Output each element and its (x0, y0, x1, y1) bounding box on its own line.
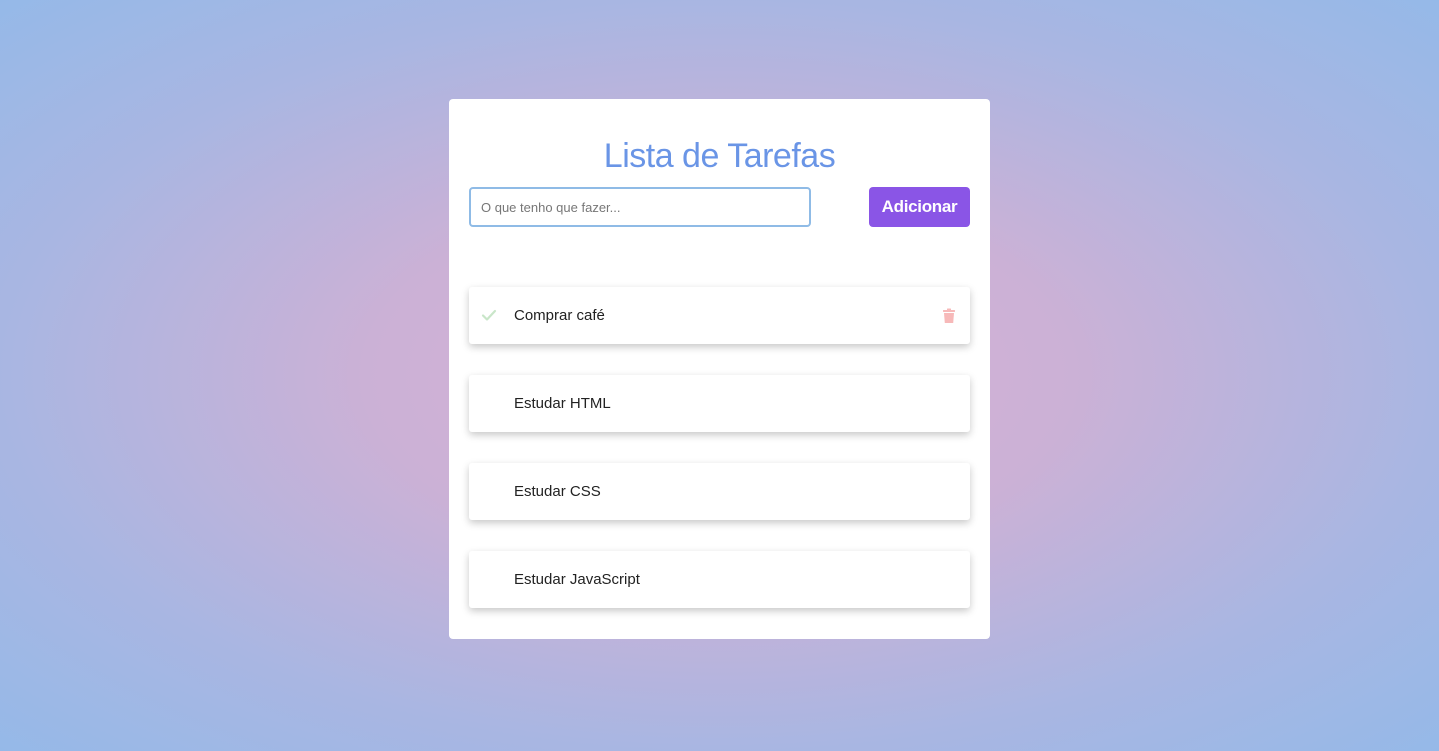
list-item[interactable]: Estudar HTML (469, 375, 970, 432)
trash-icon[interactable] (942, 308, 956, 324)
page-title: Lista de Tarefas (603, 137, 836, 175)
list-item[interactable]: Estudar JavaScript (469, 551, 970, 608)
task-label: Estudar JavaScript (514, 571, 640, 588)
task-label: Comprar café (514, 307, 605, 324)
check-icon[interactable] (481, 307, 497, 323)
add-task-button[interactable]: Adicionar (869, 187, 970, 227)
list-item[interactable]: Estudar CSS (469, 463, 970, 520)
list-item[interactable]: Comprar café (469, 287, 970, 344)
task-label: Estudar HTML (514, 395, 611, 412)
todo-card: Lista de Tarefas Adicionar Comprar café … (449, 99, 990, 639)
task-input[interactable] (469, 187, 811, 227)
task-label: Estudar CSS (514, 483, 601, 500)
